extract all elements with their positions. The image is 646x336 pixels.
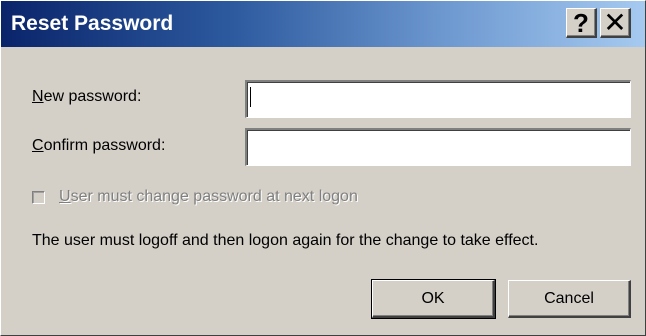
new-password-field[interactable]: [245, 80, 631, 118]
confirm-password-field[interactable]: [245, 128, 631, 166]
title-bar[interactable]: Reset Password ? ✕: [1, 1, 645, 47]
change-password-at-logon-checkbox[interactable]: [32, 190, 45, 204]
new-password-label-mnemonic: N: [32, 88, 44, 105]
new-password-label: New password:: [32, 88, 141, 106]
info-message: The user must logoff and then logon agai…: [32, 232, 539, 249]
change-password-at-logon-text: ser must change password at next logon: [70, 188, 358, 205]
reset-password-dialog: Reset Password ? ✕ New password: Confirm…: [0, 0, 646, 336]
new-password-label-text: ew password:: [43, 88, 142, 105]
ok-button-label: OK: [421, 289, 445, 307]
change-password-at-logon-label: User must change password at next logon: [59, 188, 358, 206]
cancel-button-label: Cancel: [544, 289, 594, 307]
confirm-password-label-text: onfirm password:: [43, 137, 166, 154]
confirm-password-label: Confirm password:: [32, 137, 165, 155]
close-button[interactable]: ✕: [600, 8, 631, 38]
window-title: Reset Password: [11, 12, 174, 35]
ok-button[interactable]: OK: [371, 279, 496, 319]
question-mark-icon: ?: [573, 7, 589, 38]
change-password-at-logon-mnemonic: U: [59, 188, 71, 205]
close-icon: ✕: [603, 6, 627, 38]
text-caret: [250, 87, 251, 107]
cancel-button[interactable]: Cancel: [508, 280, 631, 318]
change-password-at-logon-option[interactable]: User must change password at next logon: [32, 187, 358, 207]
confirm-password-label-mnemonic: C: [32, 137, 44, 154]
help-button[interactable]: ?: [566, 8, 597, 38]
